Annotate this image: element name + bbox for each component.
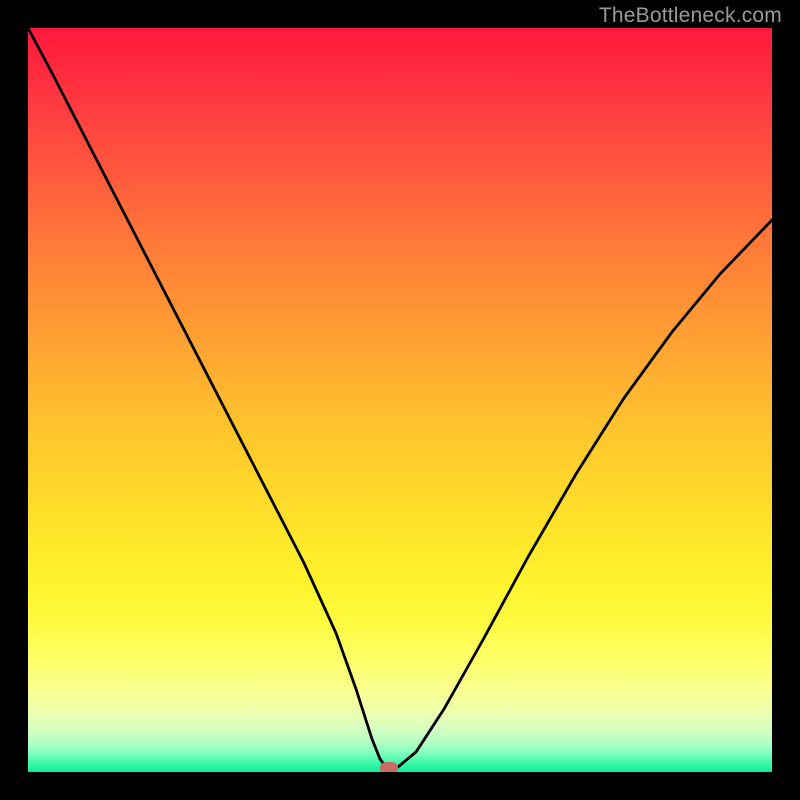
- chart-frame: TheBottleneck.com: [0, 0, 800, 800]
- watermark-text: TheBottleneck.com: [599, 4, 782, 28]
- plot-area: [28, 28, 772, 772]
- optimal-point-marker: [380, 762, 398, 772]
- curve-svg: [28, 28, 772, 772]
- bottleneck-curve: [28, 28, 772, 767]
